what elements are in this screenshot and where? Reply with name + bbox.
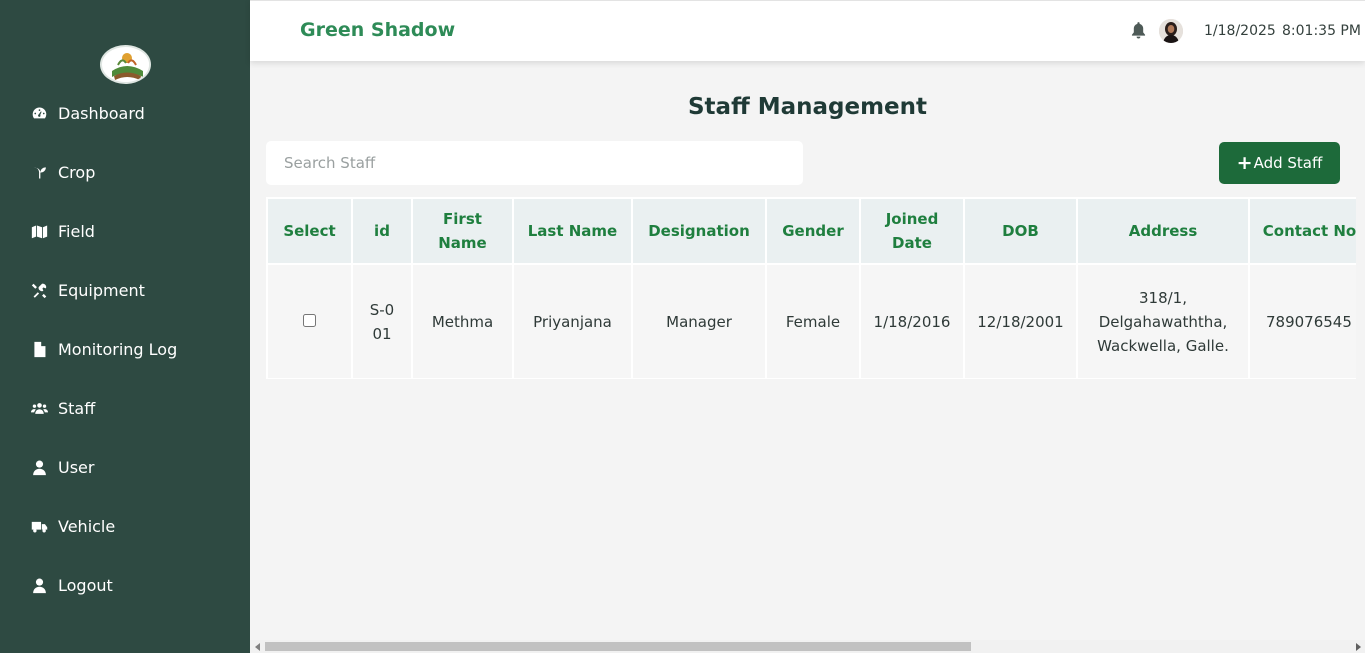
cell-dob: 12/18/2001 bbox=[963, 263, 1078, 379]
scroll-left-arrow-icon[interactable] bbox=[255, 643, 260, 651]
cell-id: S-001 bbox=[351, 263, 413, 379]
cell-address: 318/1, Delgahawaththa, Wackwella, Galle. bbox=[1076, 263, 1250, 379]
current-date: 1/18/2025 bbox=[1204, 23, 1276, 39]
truck-icon bbox=[30, 517, 48, 535]
sidebar-item-user[interactable]: User bbox=[0, 447, 250, 487]
sidebar-item-label: Monitoring Log bbox=[58, 339, 178, 359]
column-header-contact-no: Contact No bbox=[1248, 197, 1356, 265]
cell-first-name: Methma bbox=[411, 263, 514, 379]
sidebar-item-monitoring-log[interactable]: Monitoring Log bbox=[0, 329, 250, 369]
sidebar-item-dashboard[interactable]: Dashboard bbox=[0, 93, 250, 133]
sidebar-item-staff[interactable]: Staff bbox=[0, 388, 250, 428]
add-staff-button[interactable]: + Add Staff bbox=[1219, 142, 1340, 184]
sidebar-item-label: Staff bbox=[58, 398, 96, 418]
seedling-icon bbox=[30, 163, 48, 181]
sidebar-item-label: Field bbox=[58, 221, 95, 241]
users-icon bbox=[30, 399, 48, 417]
file-icon bbox=[30, 340, 48, 358]
sidebar-item-label: Equipment bbox=[58, 280, 145, 300]
table-header-row: Select id First Name Last Name Designati… bbox=[266, 197, 1356, 265]
cell-gender: Female bbox=[765, 263, 861, 379]
add-staff-label: Add Staff bbox=[1253, 154, 1323, 172]
sidebar-item-label: Vehicle bbox=[58, 516, 116, 536]
column-header-select: Select bbox=[266, 197, 353, 265]
scrollbar-thumb[interactable] bbox=[265, 642, 971, 651]
cell-last-name: Priyanjana bbox=[512, 263, 633, 379]
cell-contact: 789076545 bbox=[1248, 263, 1356, 379]
row-select-checkbox[interactable] bbox=[303, 313, 316, 327]
sidebar-item-label: User bbox=[58, 457, 95, 477]
sidebar-item-equipment[interactable]: Equipment bbox=[0, 270, 250, 310]
sidebar-item-label: Logout bbox=[58, 575, 113, 595]
column-header-first-name: First Name bbox=[411, 197, 514, 265]
staff-table-container: Select id First Name Last Name Designati… bbox=[266, 197, 1356, 379]
search-input[interactable] bbox=[266, 141, 803, 185]
column-header-joined-date: Joined Date bbox=[859, 197, 965, 265]
sidebar-item-field[interactable]: Field bbox=[0, 211, 250, 251]
top-header: Green Shadow 1/18/2025 8:01:35 PM bbox=[250, 0, 1365, 61]
column-header-dob: DOB bbox=[963, 197, 1078, 265]
avatar[interactable] bbox=[1159, 19, 1183, 43]
user-icon bbox=[30, 576, 48, 594]
page-title: Staff Management bbox=[687, 94, 928, 120]
bell-icon[interactable] bbox=[1131, 22, 1146, 39]
cell-joined-date: 1/18/2016 bbox=[859, 263, 965, 379]
column-header-address: Address bbox=[1076, 197, 1250, 265]
current-time: 8:01:35 PM bbox=[1282, 23, 1361, 39]
cell-designation: Manager bbox=[631, 263, 767, 379]
sidebar-item-label: Dashboard bbox=[58, 103, 145, 123]
sidebar-item-label: Crop bbox=[58, 162, 96, 182]
tools-icon bbox=[30, 281, 48, 299]
sidebar: Dashboard Crop Field Equipment Monitorin… bbox=[0, 0, 250, 653]
sidebar-item-logout[interactable]: Logout bbox=[0, 565, 250, 605]
horizontal-scrollbar[interactable] bbox=[250, 640, 1365, 653]
table-row[interactable]: S-001 Methma Priyanjana Manager Female 1… bbox=[266, 263, 1356, 379]
map-icon bbox=[30, 222, 48, 240]
plus-icon: + bbox=[1236, 152, 1253, 174]
scroll-right-arrow-icon[interactable] bbox=[1356, 643, 1361, 651]
column-header-id: id bbox=[351, 197, 413, 265]
sidebar-item-vehicle[interactable]: Vehicle bbox=[0, 506, 250, 546]
brand-title: Green Shadow bbox=[300, 19, 456, 41]
column-header-designation: Designation bbox=[631, 197, 767, 265]
staff-table: Select id First Name Last Name Designati… bbox=[266, 197, 1356, 379]
user-icon bbox=[30, 458, 48, 476]
sidebar-item-crop[interactable]: Crop bbox=[0, 152, 250, 192]
farm-logo bbox=[100, 45, 151, 84]
column-header-gender: Gender bbox=[765, 197, 861, 265]
column-header-last-name: Last Name bbox=[512, 197, 633, 265]
select-cell bbox=[266, 263, 353, 379]
dashboard-gauge-icon bbox=[30, 104, 48, 122]
